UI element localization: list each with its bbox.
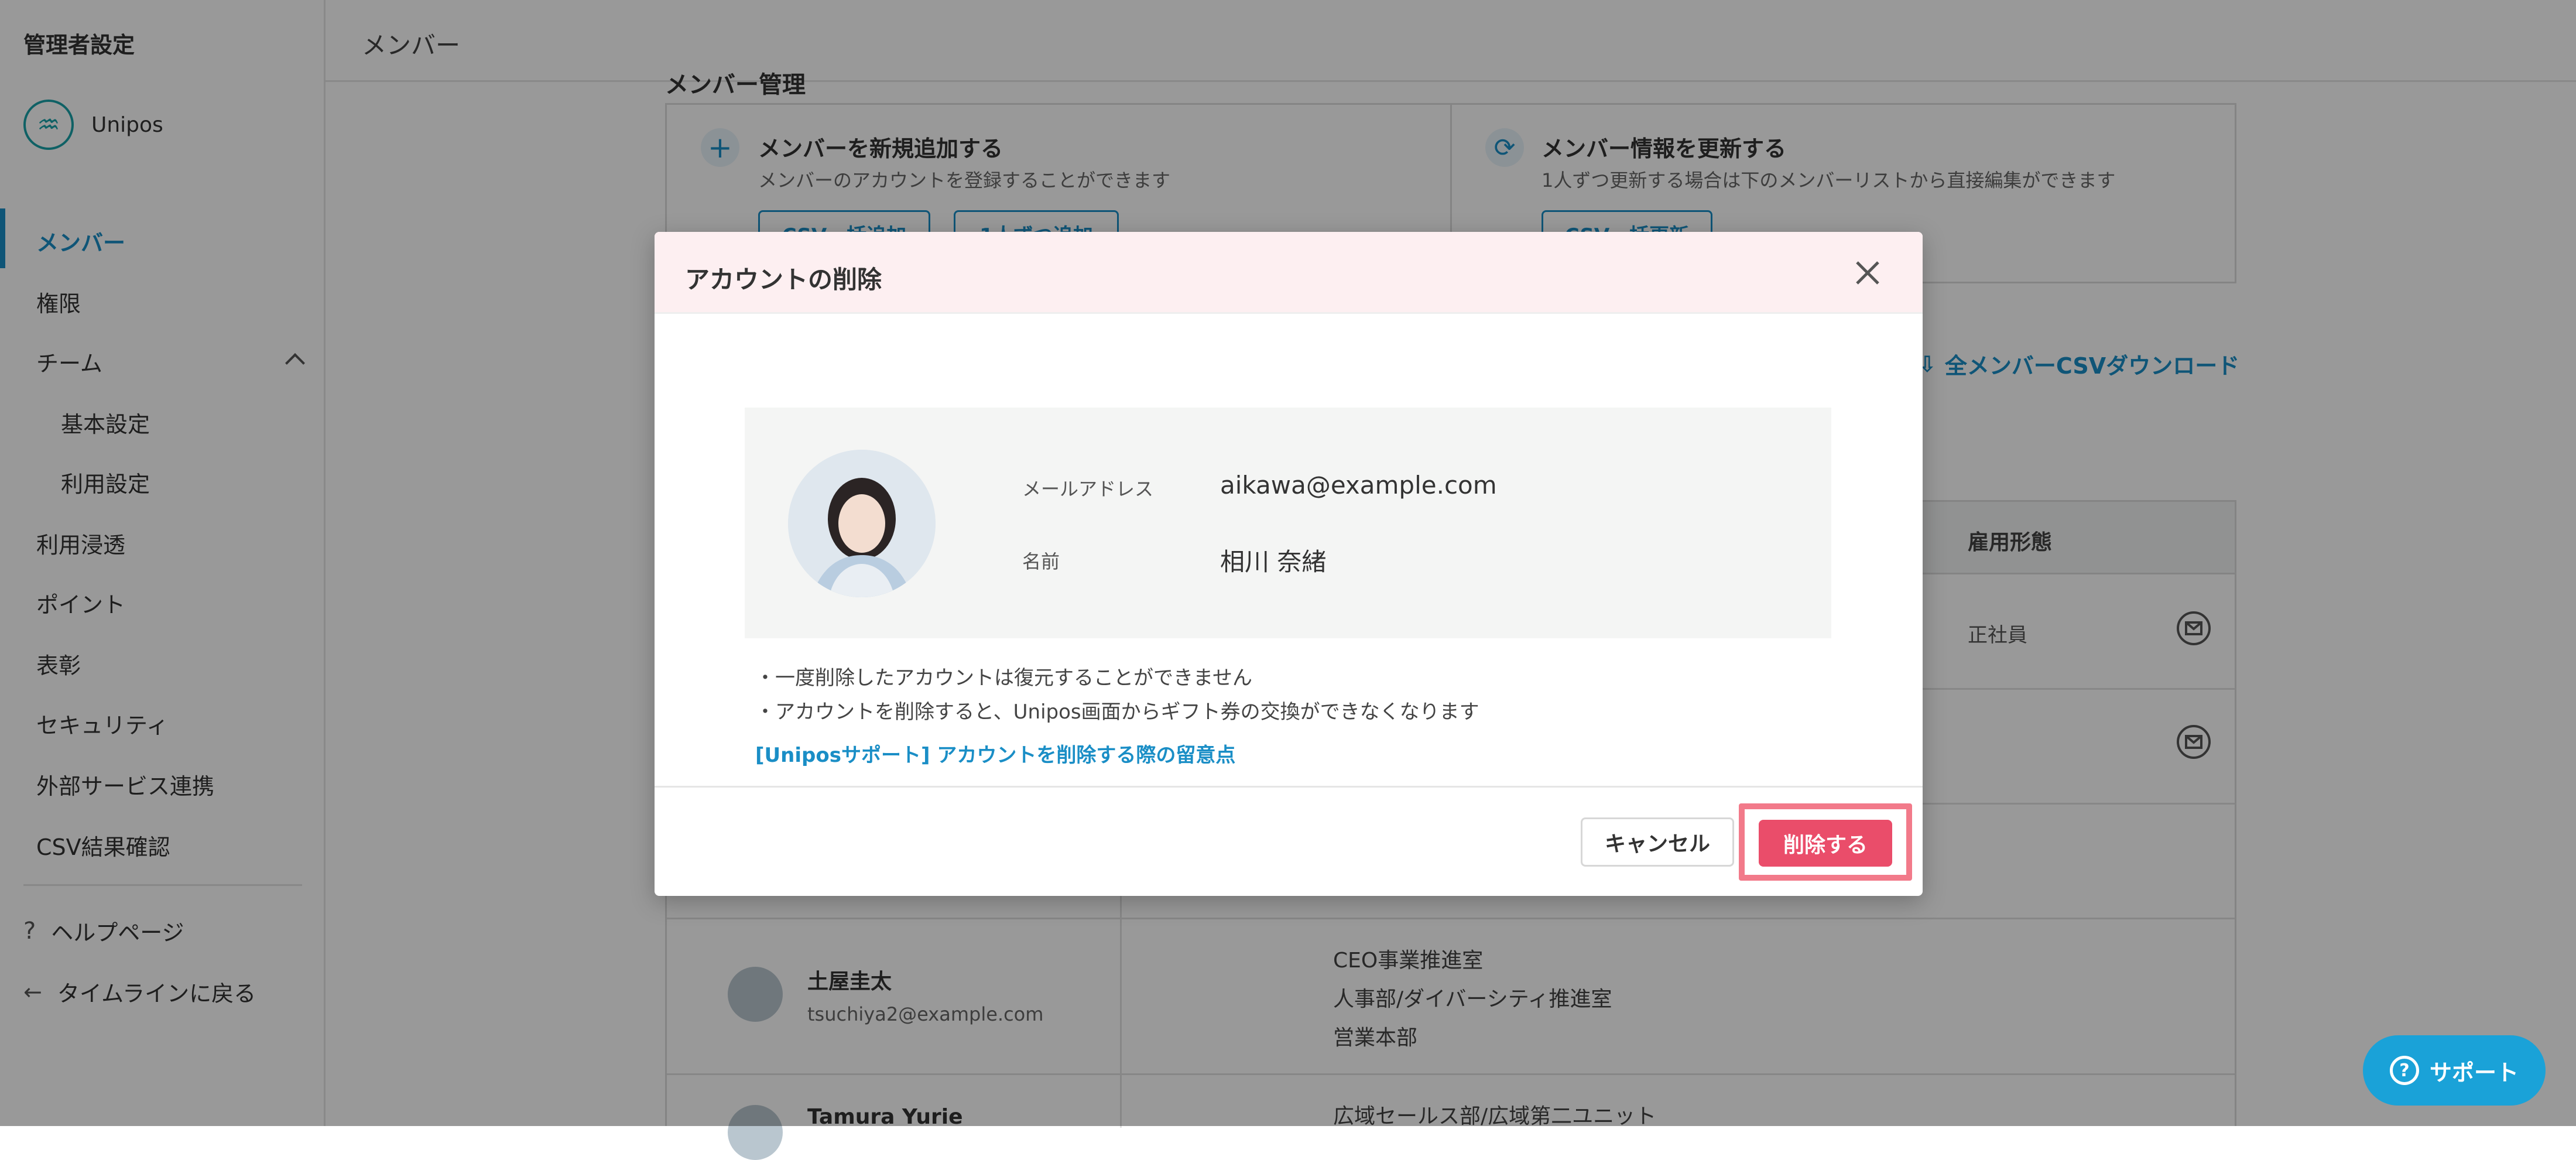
email-label: メールアドレス [1022, 478, 1154, 500]
close-icon[interactable] [1851, 256, 1884, 289]
support-button-label: サポート [2429, 1059, 2519, 1086]
dialog-footer-divider [655, 786, 1923, 788]
support-article-link[interactable]: [Uniposサポート] アカウントを削除する際の留意点 [755, 739, 1235, 768]
delete-button-highlight: 削除する [1739, 803, 1912, 881]
question-icon: ? [2389, 1056, 2419, 1085]
account-info-box: メールアドレス aikawa@example.com 名前 相川 奈緒 [745, 408, 1831, 638]
email-value: aikawa@example.com [1220, 471, 1497, 499]
support-button[interactable]: ? サポート [2363, 1035, 2546, 1106]
name-label: 名前 [1022, 550, 1060, 573]
warning-note: ・アカウントを削除すると、Unipos画面からギフト券の交換ができなくなります [755, 700, 1479, 724]
avatar-photo [788, 450, 936, 597]
warning-note: ・一度削除したアカウントは復元することができません [755, 666, 1252, 690]
delete-account-dialog: アカウントの削除 メールアドレス aikawa@example.com 名前 相… [655, 232, 1923, 896]
delete-button[interactable]: 削除する [1759, 820, 1892, 867]
dialog-title: アカウントの削除 [685, 265, 882, 294]
name-value: 相川 奈緒 [1220, 548, 1327, 576]
avatar [788, 450, 936, 597]
cancel-button[interactable]: キャンセル [1581, 817, 1734, 867]
